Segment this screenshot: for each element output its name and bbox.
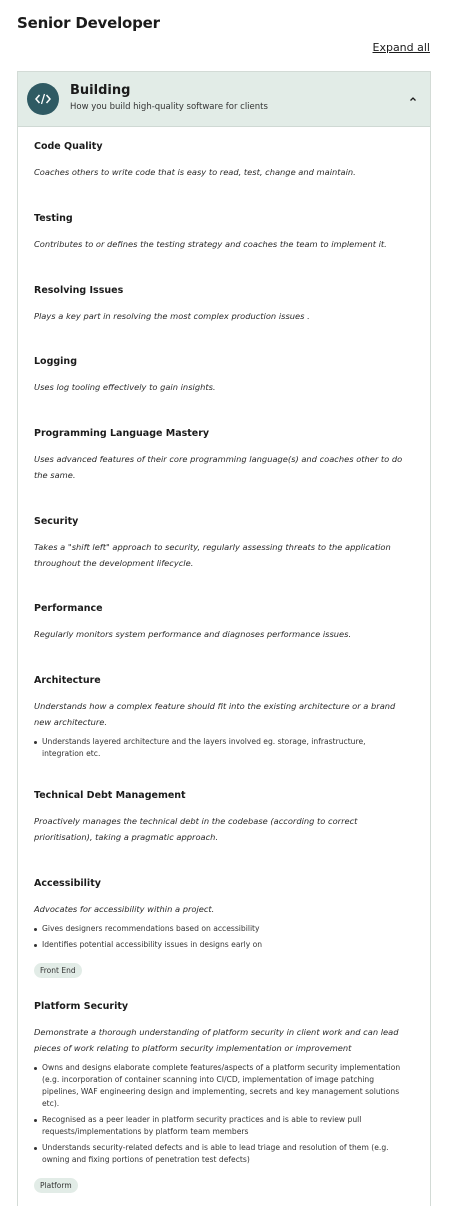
expand-all-link[interactable]: Expand all bbox=[373, 41, 431, 54]
skill-title: Programming Language Mastery bbox=[34, 428, 210, 439]
skill-title: Platform Security bbox=[34, 1001, 129, 1012]
skill-item: Security Takes a "shift left" approach t… bbox=[34, 516, 404, 571]
skill-description: Contributes to or defines the testing st… bbox=[34, 239, 387, 249]
skill-description: Plays a key part in resolving the most c… bbox=[34, 311, 310, 321]
skill-item: Accessibility Advocates for accessibilit… bbox=[34, 878, 404, 978]
section-title: Building bbox=[70, 83, 131, 98]
list-item: Recognised as a peer leader in platform … bbox=[34, 1114, 404, 1138]
skill-title: Performance bbox=[34, 603, 103, 614]
skill-description: Takes a "shift left" approach to securit… bbox=[34, 542, 391, 568]
list-item: Owns and designs elaborate complete feat… bbox=[34, 1062, 404, 1110]
code-icon bbox=[27, 83, 59, 115]
skill-title: Resolving Issues bbox=[34, 285, 124, 296]
skill-description: Proactively manages the technical debt i… bbox=[34, 816, 358, 842]
skill-description: Advocates for accessibility within a pro… bbox=[34, 904, 215, 914]
skill-description: Understands how a complex feature should… bbox=[34, 701, 396, 727]
page-title: Senior Developer bbox=[17, 14, 160, 32]
skill-bullets: Understands layered architecture and the… bbox=[34, 736, 404, 760]
skill-item: Architecture Understands how a complex f… bbox=[34, 675, 404, 764]
skill-description: Regularly monitors system performance an… bbox=[34, 629, 352, 639]
skill-item: Technical Debt Management Proactively ma… bbox=[34, 790, 404, 845]
skill-bullets: Owns and designs elaborate complete feat… bbox=[34, 1062, 404, 1166]
skill-title: Architecture bbox=[34, 675, 101, 686]
list-item: Gives designers recommendations based on… bbox=[34, 923, 404, 935]
skill-item: Programming Language Mastery Uses advanc… bbox=[34, 428, 404, 483]
skill-description: Coaches others to write code that is eas… bbox=[34, 167, 356, 177]
list-item: Identifies potential accessibility issue… bbox=[34, 939, 404, 951]
list-item: Understands security-related defects and… bbox=[34, 1142, 404, 1166]
section-subtitle: How you build high-quality software for … bbox=[70, 102, 268, 112]
skill-title: Security bbox=[34, 516, 79, 527]
skill-item: Logging Uses log tooling effectively to … bbox=[34, 356, 404, 395]
section-card: Building How you build high-quality soft… bbox=[17, 71, 431, 1206]
skill-title: Technical Debt Management bbox=[34, 790, 186, 801]
skill-item: Testing Contributes to or defines the te… bbox=[34, 213, 404, 252]
skill-tag: Front End bbox=[34, 963, 82, 978]
skill-item: Performance Regularly monitors system pe… bbox=[34, 603, 404, 642]
skill-item: Code Quality Coaches others to write cod… bbox=[34, 141, 404, 180]
section-header[interactable]: Building How you build high-quality soft… bbox=[18, 72, 430, 127]
skill-bullets: Gives designers recommendations based on… bbox=[34, 923, 404, 951]
skill-item: Platform Security Demonstrate a thorough… bbox=[34, 1001, 404, 1193]
skill-title: Code Quality bbox=[34, 141, 103, 152]
skill-description: Demonstrate a thorough understanding of … bbox=[34, 1027, 399, 1053]
skill-title: Testing bbox=[34, 213, 73, 224]
skill-description: Uses advanced features of their core pro… bbox=[34, 454, 403, 480]
skill-title: Accessibility bbox=[34, 878, 101, 889]
skill-title: Logging bbox=[34, 356, 78, 367]
skill-description: Uses log tooling effectively to gain ins… bbox=[34, 382, 216, 392]
skill-tag: Platform bbox=[34, 1178, 78, 1193]
chevron-up-icon[interactable] bbox=[407, 93, 419, 105]
skill-item: Resolving Issues Plays a key part in res… bbox=[34, 285, 404, 324]
list-item: Understands layered architecture and the… bbox=[34, 736, 404, 760]
